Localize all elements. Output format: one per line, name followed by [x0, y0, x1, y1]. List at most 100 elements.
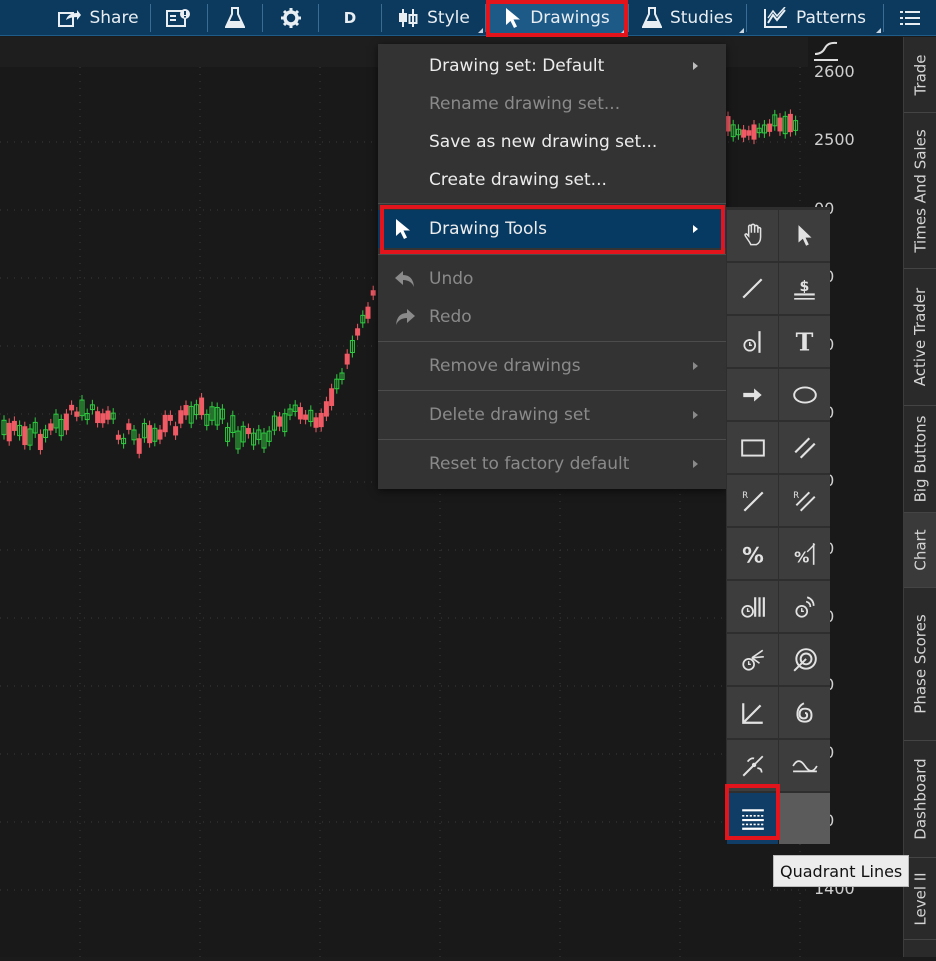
candle-body	[725, 116, 731, 132]
undo-icon	[395, 271, 414, 287]
price-scale-icon[interactable]	[812, 40, 840, 64]
aggregation-button[interactable]: D	[319, 0, 381, 36]
side-tab-big-buttons[interactable]: Big Buttons	[904, 406, 936, 513]
style-button[interactable]: Style	[382, 0, 485, 36]
menu-delete-drawing-set[interactable]: Delete drawing set	[378, 396, 726, 434]
side-tab-chart[interactable]: Chart	[904, 513, 936, 588]
menu-label: Undo	[429, 269, 474, 289]
side-tab-times-and-sales[interactable]: Times And Sales	[904, 113, 936, 269]
patterns-label: Patterns	[795, 8, 867, 28]
tool-text[interactable]: T	[779, 316, 830, 367]
tool-angle[interactable]	[727, 687, 778, 738]
candle-body	[147, 425, 153, 444]
style-label: Style	[427, 8, 470, 28]
menu-redo[interactable]: Redo	[378, 298, 726, 336]
side-tab-phase-scores[interactable]: Phase Scores	[904, 588, 936, 741]
candle-body	[329, 388, 335, 406]
menu-label: Drawing Tools	[429, 219, 547, 239]
percent-icon: %	[742, 543, 764, 566]
menu-label: Delete drawing set	[429, 405, 591, 425]
menu-label: Rename drawing set...	[429, 94, 621, 114]
menu-undo[interactable]: Undo	[378, 260, 726, 298]
share-button[interactable]: Share	[46, 0, 150, 36]
svg-text:%: %	[742, 543, 764, 566]
tool-hand[interactable]	[727, 210, 778, 261]
menu-rename-drawing-set[interactable]: Rename drawing set...	[378, 85, 726, 123]
candle-body	[313, 417, 319, 428]
candle-body	[355, 328, 361, 336]
side-tab-dashboard[interactable]: Dashboard	[904, 741, 936, 858]
fibonacci-icon: %	[794, 542, 815, 566]
candle-body	[751, 124, 757, 140]
fib-fan-icon	[741, 649, 764, 671]
tool-pitchfork[interactable]	[727, 740, 778, 791]
menu-create-drawing-set[interactable]: Create drawing set...	[378, 161, 726, 199]
tool-arrow[interactable]	[727, 369, 778, 420]
submenu-arrow-icon	[693, 225, 698, 233]
flask-button[interactable]	[208, 0, 262, 36]
rectangle-icon	[740, 438, 765, 457]
candle-body	[183, 405, 189, 416]
drawings-caret-icon	[621, 28, 626, 33]
candle-body	[344, 353, 350, 365]
candle-body	[136, 438, 142, 454]
menu-remove-drawings[interactable]: Remove drawings	[378, 347, 726, 385]
tool-cursor[interactable]	[779, 210, 830, 261]
tool-fib-spiral[interactable]	[779, 634, 830, 685]
tool-fibonacci[interactable]: %	[779, 528, 830, 579]
price-label: 2500	[814, 130, 855, 149]
tool-time-line[interactable]	[727, 316, 778, 367]
menu-drawing-set[interactable]: Drawing set: Default	[378, 47, 726, 85]
ellipse-icon	[792, 385, 817, 404]
drawings-button[interactable]: Drawings	[486, 0, 628, 36]
side-tab-label: Chart	[911, 529, 930, 571]
tool-price-level[interactable]: $	[779, 263, 830, 314]
tool-fib-fan[interactable]	[727, 634, 778, 685]
tool-fib-time-zones[interactable]	[727, 581, 778, 632]
tool-ellipse[interactable]	[779, 369, 830, 420]
candle-body	[365, 306, 371, 319]
candle-body	[157, 429, 163, 440]
tool-quadrant-lines[interactable]	[727, 793, 778, 844]
tool-parallel-lines[interactable]	[779, 422, 830, 473]
tool-trendline[interactable]	[727, 263, 778, 314]
fib-arcs-icon	[794, 595, 815, 618]
tool-rectangle[interactable]	[727, 422, 778, 473]
tool-regression-channel[interactable]: R	[779, 475, 830, 526]
flask-icon	[641, 7, 662, 28]
tool-spiral[interactable]	[779, 687, 830, 738]
menu-label: Drawing set: Default	[429, 56, 605, 76]
candle-body	[162, 414, 168, 433]
side-tab-label: Big Buttons	[911, 415, 930, 503]
side-tab-label: Dashboard	[911, 758, 930, 840]
aggregation-label: D	[343, 9, 357, 27]
candle-body	[6, 422, 12, 442]
menu-reset-factory-default[interactable]: Reset to factory default	[378, 445, 726, 483]
news-button[interactable]	[151, 0, 207, 36]
patterns-button[interactable]: Patterns	[747, 0, 883, 36]
angle-icon	[741, 702, 763, 724]
list-menu-icon	[900, 11, 920, 25]
tool-sine-wave[interactable]	[779, 740, 830, 791]
candle-body	[167, 414, 173, 421]
drawings-menu: Drawing set: Default Rename drawing set.…	[378, 44, 726, 489]
studies-button[interactable]: Studies	[629, 0, 746, 36]
side-tab-active-trader[interactable]: Active Trader	[904, 269, 936, 406]
candle-body	[74, 411, 80, 417]
candle-body	[105, 410, 111, 420]
spiral-icon	[795, 701, 812, 723]
svg-text:$: $	[799, 279, 809, 295]
menu-drawing-tools[interactable]: Drawing Tools	[378, 210, 726, 248]
candle-body	[787, 113, 793, 133]
regression-line-icon: R	[742, 490, 764, 512]
menu-save-as-new-drawing-set[interactable]: Save as new drawing set...	[378, 123, 726, 161]
settings-button[interactable]	[263, 0, 318, 36]
tooltip: Quadrant Lines	[773, 855, 910, 887]
tool-percent[interactable]: %	[727, 528, 778, 579]
side-tab-label: Trade	[911, 53, 930, 96]
menu-button[interactable]	[884, 0, 936, 36]
side-tab-trade[interactable]: Trade	[904, 37, 936, 113]
tool-fib-arcs[interactable]	[779, 581, 830, 632]
tool-regression-line[interactable]: R	[727, 475, 778, 526]
menu-label: Save as new drawing set...	[429, 132, 658, 152]
